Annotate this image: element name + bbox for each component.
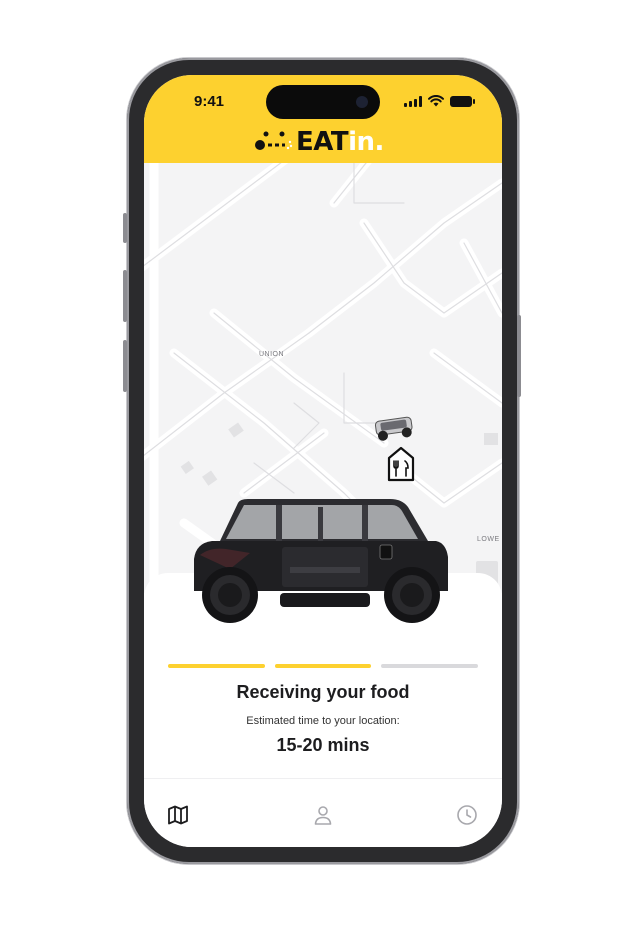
- delivery-vehicle-icon[interactable]: [372, 413, 418, 443]
- wifi-icon: [428, 95, 444, 107]
- bottom-tab-bar: [144, 778, 502, 847]
- logo-accent-text: in.: [348, 127, 384, 157]
- map-area-label: UNION: [259, 351, 285, 358]
- volume-up-button: [123, 270, 127, 322]
- map-icon[interactable]: [166, 803, 190, 827]
- action-button: [123, 213, 127, 243]
- signal-icon: [404, 96, 422, 107]
- clock-icon[interactable]: [455, 803, 479, 827]
- logo-mark-icon: [255, 131, 293, 150]
- status-icons: [404, 95, 475, 107]
- app-header: 9:41 EAT in.: [144, 75, 502, 163]
- progress-step: [168, 664, 265, 668]
- power-button: [517, 315, 521, 397]
- dynamic-island: [266, 85, 380, 119]
- status-time: 9:41: [194, 93, 225, 110]
- progress-step: [274, 664, 372, 668]
- progress-step: [381, 664, 478, 668]
- brand-logo: EAT in.: [254, 127, 384, 157]
- user-icon[interactable]: [311, 803, 335, 827]
- map-area-label: LOWE: [477, 536, 500, 543]
- eta-value: 15-20 mins: [276, 735, 370, 755]
- restaurant-pin-icon[interactable]: [386, 446, 416, 482]
- order-status-title: Receiving your food: [236, 682, 410, 702]
- eta-label: Estimated time to your location:: [246, 715, 400, 727]
- delivery-robot-vehicle: [194, 499, 448, 623]
- logo-text: EAT: [296, 127, 349, 157]
- volume-down-button: [123, 340, 127, 392]
- battery-icon: [450, 96, 475, 107]
- app-screen: 9:41 EAT in. UNION LOWE Receiving your f…: [144, 75, 502, 847]
